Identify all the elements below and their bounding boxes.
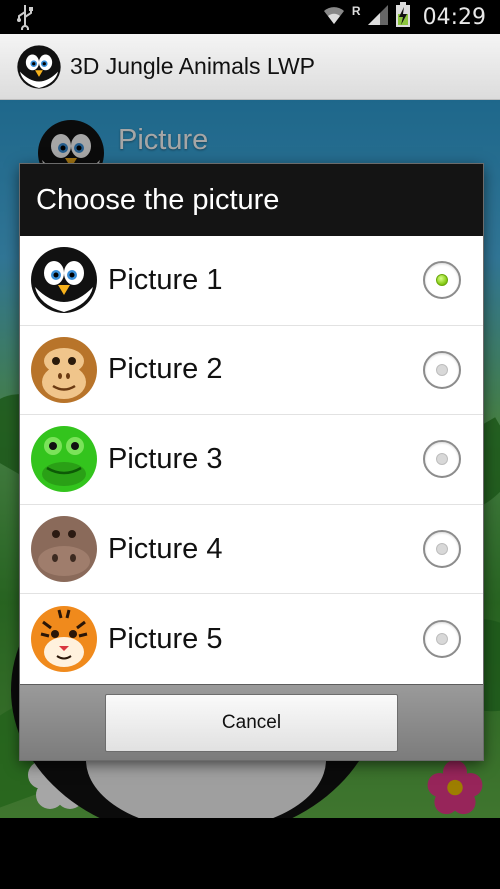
dialog-title: Choose the picture: [20, 164, 483, 236]
option-label: Picture 2: [108, 353, 223, 386]
radio-button[interactable]: [423, 620, 461, 659]
app-title: 3D Jungle Animals LWP: [70, 53, 316, 79]
option-label: Picture 1: [108, 263, 223, 296]
hippo-icon: [29, 514, 99, 584]
option-picture-1[interactable]: Picture 1: [20, 236, 483, 326]
radio-button[interactable]: [423, 350, 461, 389]
option-picture-2[interactable]: Picture 2: [20, 326, 483, 416]
usb-icon: [16, 4, 34, 35]
tiger-icon: [29, 604, 99, 674]
picture-options-list: Picture 1 Picture 2 Picture 3 Picture 4 …: [20, 236, 483, 684]
monkey-icon: [29, 335, 99, 405]
option-label: Picture 4: [108, 532, 223, 565]
penguin-app-icon: [16, 44, 62, 90]
navigation-area: [0, 818, 500, 889]
option-picture-5[interactable]: Picture 5: [20, 594, 483, 684]
radio-button[interactable]: [423, 530, 461, 569]
battery-charging-icon: [395, 1, 411, 33]
choose-picture-dialog: Choose the picture Picture 1 Picture 2 P…: [20, 164, 483, 760]
wifi-icon: [322, 4, 346, 31]
roaming-icon: R: [351, 4, 361, 18]
signal-icon: [367, 4, 389, 31]
cancel-button[interactable]: Cancel: [105, 693, 398, 752]
option-label: Picture 5: [108, 622, 223, 655]
radio-button-selected[interactable]: [423, 261, 461, 300]
option-picture-3[interactable]: Picture 3: [20, 415, 483, 505]
dialog-footer: Cancel: [20, 684, 483, 760]
status-bar: R 04:29: [0, 0, 500, 34]
option-label: Picture 3: [108, 442, 223, 475]
radio-button[interactable]: [423, 440, 461, 479]
app-bar: 3D Jungle Animals LWP: [0, 34, 500, 100]
penguin-icon: [29, 245, 99, 315]
frog-icon: [29, 424, 99, 494]
clock: 04:29: [422, 4, 486, 30]
option-picture-4[interactable]: Picture 4: [20, 505, 483, 595]
